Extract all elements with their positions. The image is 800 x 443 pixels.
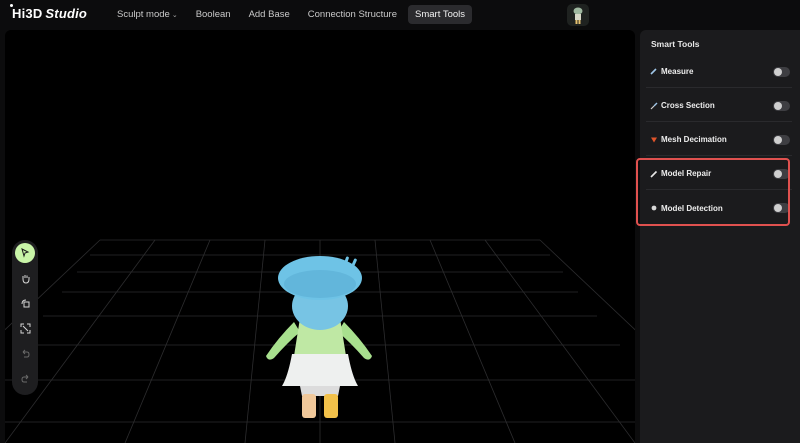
- triangle-icon: [650, 136, 658, 144]
- tool-row-measure[interactable]: Measure: [646, 56, 792, 88]
- cursor-arrow-icon: [21, 248, 30, 258]
- menu-connection-structure[interactable]: Connection Structure: [301, 5, 404, 24]
- redo-icon: [20, 374, 28, 382]
- panel-title: Smart Tools: [651, 39, 700, 49]
- toggle-knob: [774, 102, 782, 110]
- measure-toggle[interactable]: [773, 67, 790, 77]
- main-menu: Sculpt mode ⌄ Boolean Add Base Connection…: [110, 5, 472, 24]
- logo-sub: Studio: [45, 6, 88, 21]
- cross-section-toggle[interactable]: [773, 101, 790, 111]
- menu-smart-tools[interactable]: Smart Tools: [408, 5, 472, 24]
- logo-main: Hi3D: [12, 6, 43, 21]
- rotate-tool[interactable]: [15, 293, 35, 313]
- menu-sculpt-mode[interactable]: Sculpt mode ⌄: [110, 5, 185, 24]
- menu-boolean[interactable]: Boolean: [189, 5, 238, 24]
- model-thumbnail-avatar[interactable]: [567, 4, 589, 26]
- toggle-knob: [774, 136, 782, 144]
- toggle-knob: [774, 68, 782, 76]
- select-tool[interactable]: [15, 243, 35, 263]
- tool-label: Mesh Decimation: [661, 135, 727, 144]
- tool-label: Measure: [661, 67, 694, 76]
- pan-tool[interactable]: [15, 268, 35, 288]
- view-toolbar: [12, 240, 38, 395]
- fit-view-tool[interactable]: [15, 318, 35, 338]
- character-model[interactable]: [260, 226, 380, 426]
- menu-add-base[interactable]: Add Base: [242, 5, 297, 24]
- undo-icon: [22, 349, 30, 357]
- undo-tool[interactable]: [15, 343, 35, 363]
- tool-row-cross-section[interactable]: Cross Section: [646, 90, 792, 122]
- knife-icon: [650, 102, 658, 110]
- smart-tools-panel: Smart Tools Measure Cross Section Mesh D…: [640, 30, 800, 443]
- top-bar: Hi3D Studio Sculpt mode ⌄ Boolean Add Base…: [0, 0, 800, 30]
- logo-dot: [10, 4, 13, 7]
- rotate-icon: [21, 299, 29, 307]
- hand-icon: [22, 274, 29, 284]
- app-logo[interactable]: Hi3D Studio: [10, 4, 88, 21]
- chevron-down-icon: ⌄: [171, 12, 178, 19]
- expand-icon: [20, 323, 30, 333]
- 3d-viewport[interactable]: [5, 30, 635, 443]
- tool-label: Cross Section: [661, 101, 715, 110]
- tool-row-mesh-decimation[interactable]: Mesh Decimation: [646, 124, 792, 156]
- redo-tool[interactable]: [15, 368, 35, 388]
- highlight-box: [636, 158, 790, 226]
- mesh-decimation-toggle[interactable]: [773, 135, 790, 145]
- ruler-icon: [650, 67, 658, 76]
